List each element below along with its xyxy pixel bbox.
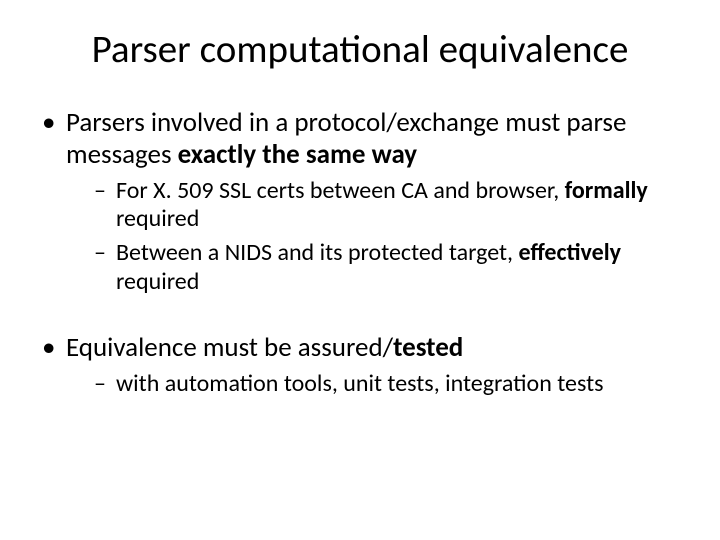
bullet-2-text-bold: tested [393, 331, 463, 364]
bullet-1-text-bold: exactly the same way [178, 138, 417, 171]
bullet-1: Parsers involved in a protocol/exchange … [42, 107, 690, 296]
bullet-2-sub-1-text: with automation tools, unit tests, integ… [116, 369, 604, 398]
bullet-1-sub-1: For X. 509 SSL certs between CA and brow… [94, 177, 690, 234]
bullet-1-sub-2-post: required [116, 267, 199, 296]
bullet-1-sublist: For X. 509 SSL certs between CA and brow… [66, 177, 690, 296]
bullet-1-sub-2-bold: effectively [518, 238, 621, 267]
bullet-2-sub-1: with automation tools, unit tests, integ… [94, 370, 690, 398]
bullet-1-sub-2-pre: Between a NIDS and its protected target, [116, 238, 518, 267]
bullet-1-sub-2: Between a NIDS and its protected target,… [94, 239, 690, 296]
bullet-2-text-pre: Equivalence must be assured/ [66, 331, 393, 364]
bullet-2-sublist: with automation tools, unit tests, integ… [66, 370, 690, 398]
slide: Parser computational equivalence Parsers… [0, 0, 720, 540]
bullet-list: Parsers involved in a protocol/exchange … [30, 107, 690, 398]
slide-title: Parser computational equivalence [30, 26, 690, 73]
spacer [42, 306, 690, 332]
bullet-1-sub-1-pre: For X. 509 SSL certs between CA and brow… [116, 176, 565, 205]
bullet-1-sub-1-post: required [116, 204, 199, 233]
bullet-2: Equivalence must be assured/tested with … [42, 332, 690, 398]
bullet-1-sub-1-bold: formally [565, 176, 648, 205]
